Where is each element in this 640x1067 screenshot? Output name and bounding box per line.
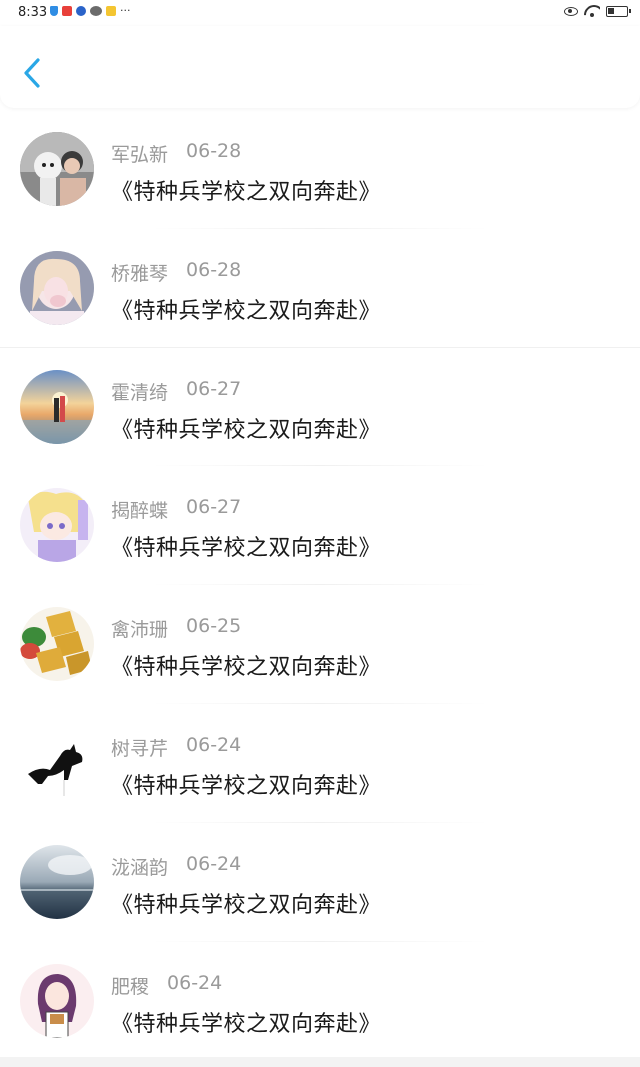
list-item[interactable]: 揭醉蝶 06-27 《特种兵学校之双向奔赴》 <box>0 466 640 586</box>
app-yellow-icon <box>106 6 116 16</box>
more-notifications-icon: ··· <box>120 4 131 17</box>
comment-date: 06-28 <box>186 140 242 162</box>
back-button[interactable] <box>20 56 48 90</box>
eye-icon <box>564 6 578 16</box>
list-item[interactable]: 肥稷 06-24 《特种兵学校之双向奔赴》 <box>0 942 640 1061</box>
user-name: 泷涵韵 <box>111 856 169 879</box>
avatar[interactable] <box>20 963 94 1038</box>
list-item[interactable]: 禽沛珊 06-25 《特种兵学校之双向奔赴》 <box>0 585 640 704</box>
book-title: 《特种兵学校之双向奔赴》 <box>111 655 382 681</box>
list-item[interactable]: 军弘新 06-28 《特种兵学校之双向奔赴》 <box>0 110 640 229</box>
app-red-icon <box>62 6 72 16</box>
avatar[interactable] <box>20 250 94 325</box>
book-title: 《特种兵学校之双向奔赴》 <box>111 892 382 918</box>
avatar[interactable] <box>20 488 94 563</box>
user-name: 揭醉蝶 <box>111 500 169 523</box>
comment-date: 06-24 <box>186 852 242 875</box>
battery-icon <box>606 5 631 17</box>
avatar[interactable] <box>20 725 94 800</box>
list-item[interactable]: 树寻芹 06-24 《特种兵学校之双向奔赴》 <box>0 704 640 823</box>
comment-list: 军弘新 06-28 《特种兵学校之双向奔赴》 桥雅琴 06-28 《特种兵学校之… <box>0 110 640 1060</box>
shield-icon <box>50 6 58 16</box>
book-title: 《特种兵学校之双向奔赴》 <box>111 298 382 324</box>
comment-date: 06-24 <box>167 971 223 994</box>
book-title: 《特种兵学校之双向奔赴》 <box>111 1011 382 1037</box>
app-blue-icon <box>76 6 86 16</box>
comment-date: 06-27 <box>186 496 242 519</box>
wifi-icon <box>584 5 600 17</box>
status-time: 8:33 <box>18 5 48 20</box>
user-name: 禽沛珊 <box>111 619 169 642</box>
top-nav-bar <box>0 26 640 108</box>
wechat-icon <box>90 6 102 16</box>
user-name: 军弘新 <box>111 144 169 166</box>
list-item[interactable]: 泷涵韵 06-24 《特种兵学校之双向奔赴》 <box>0 823 640 942</box>
book-title: 《特种兵学校之双向奔赴》 <box>111 180 382 205</box>
avatar[interactable] <box>20 369 94 444</box>
chevron-left-icon <box>24 58 40 88</box>
user-name: 霍清绮 <box>111 381 169 404</box>
user-name: 桥雅琴 <box>111 262 169 285</box>
comment-date: 06-28 <box>186 258 242 281</box>
comment-date: 06-27 <box>186 377 242 400</box>
comment-date: 06-24 <box>186 733 242 756</box>
book-title: 《特种兵学校之双向奔赴》 <box>111 536 382 562</box>
user-name: 肥稷 <box>111 975 150 998</box>
avatar[interactable] <box>20 132 94 206</box>
notification-icons: ··· <box>50 4 131 17</box>
book-title: 《特种兵学校之双向奔赴》 <box>111 773 382 799</box>
bottom-edge <box>0 1057 640 1067</box>
book-title: 《特种兵学校之双向奔赴》 <box>111 417 382 443</box>
avatar[interactable] <box>20 844 94 919</box>
status-bar: 8:33 ··· <box>0 0 640 26</box>
avatar[interactable] <box>20 607 94 682</box>
user-name: 树寻芹 <box>111 737 169 760</box>
comment-date: 06-25 <box>186 615 242 638</box>
list-item[interactable]: 霍清绮 06-27 《特种兵学校之双向奔赴》 <box>0 348 640 467</box>
list-item[interactable]: 桥雅琴 06-28 《特种兵学校之双向奔赴》 <box>0 229 640 348</box>
